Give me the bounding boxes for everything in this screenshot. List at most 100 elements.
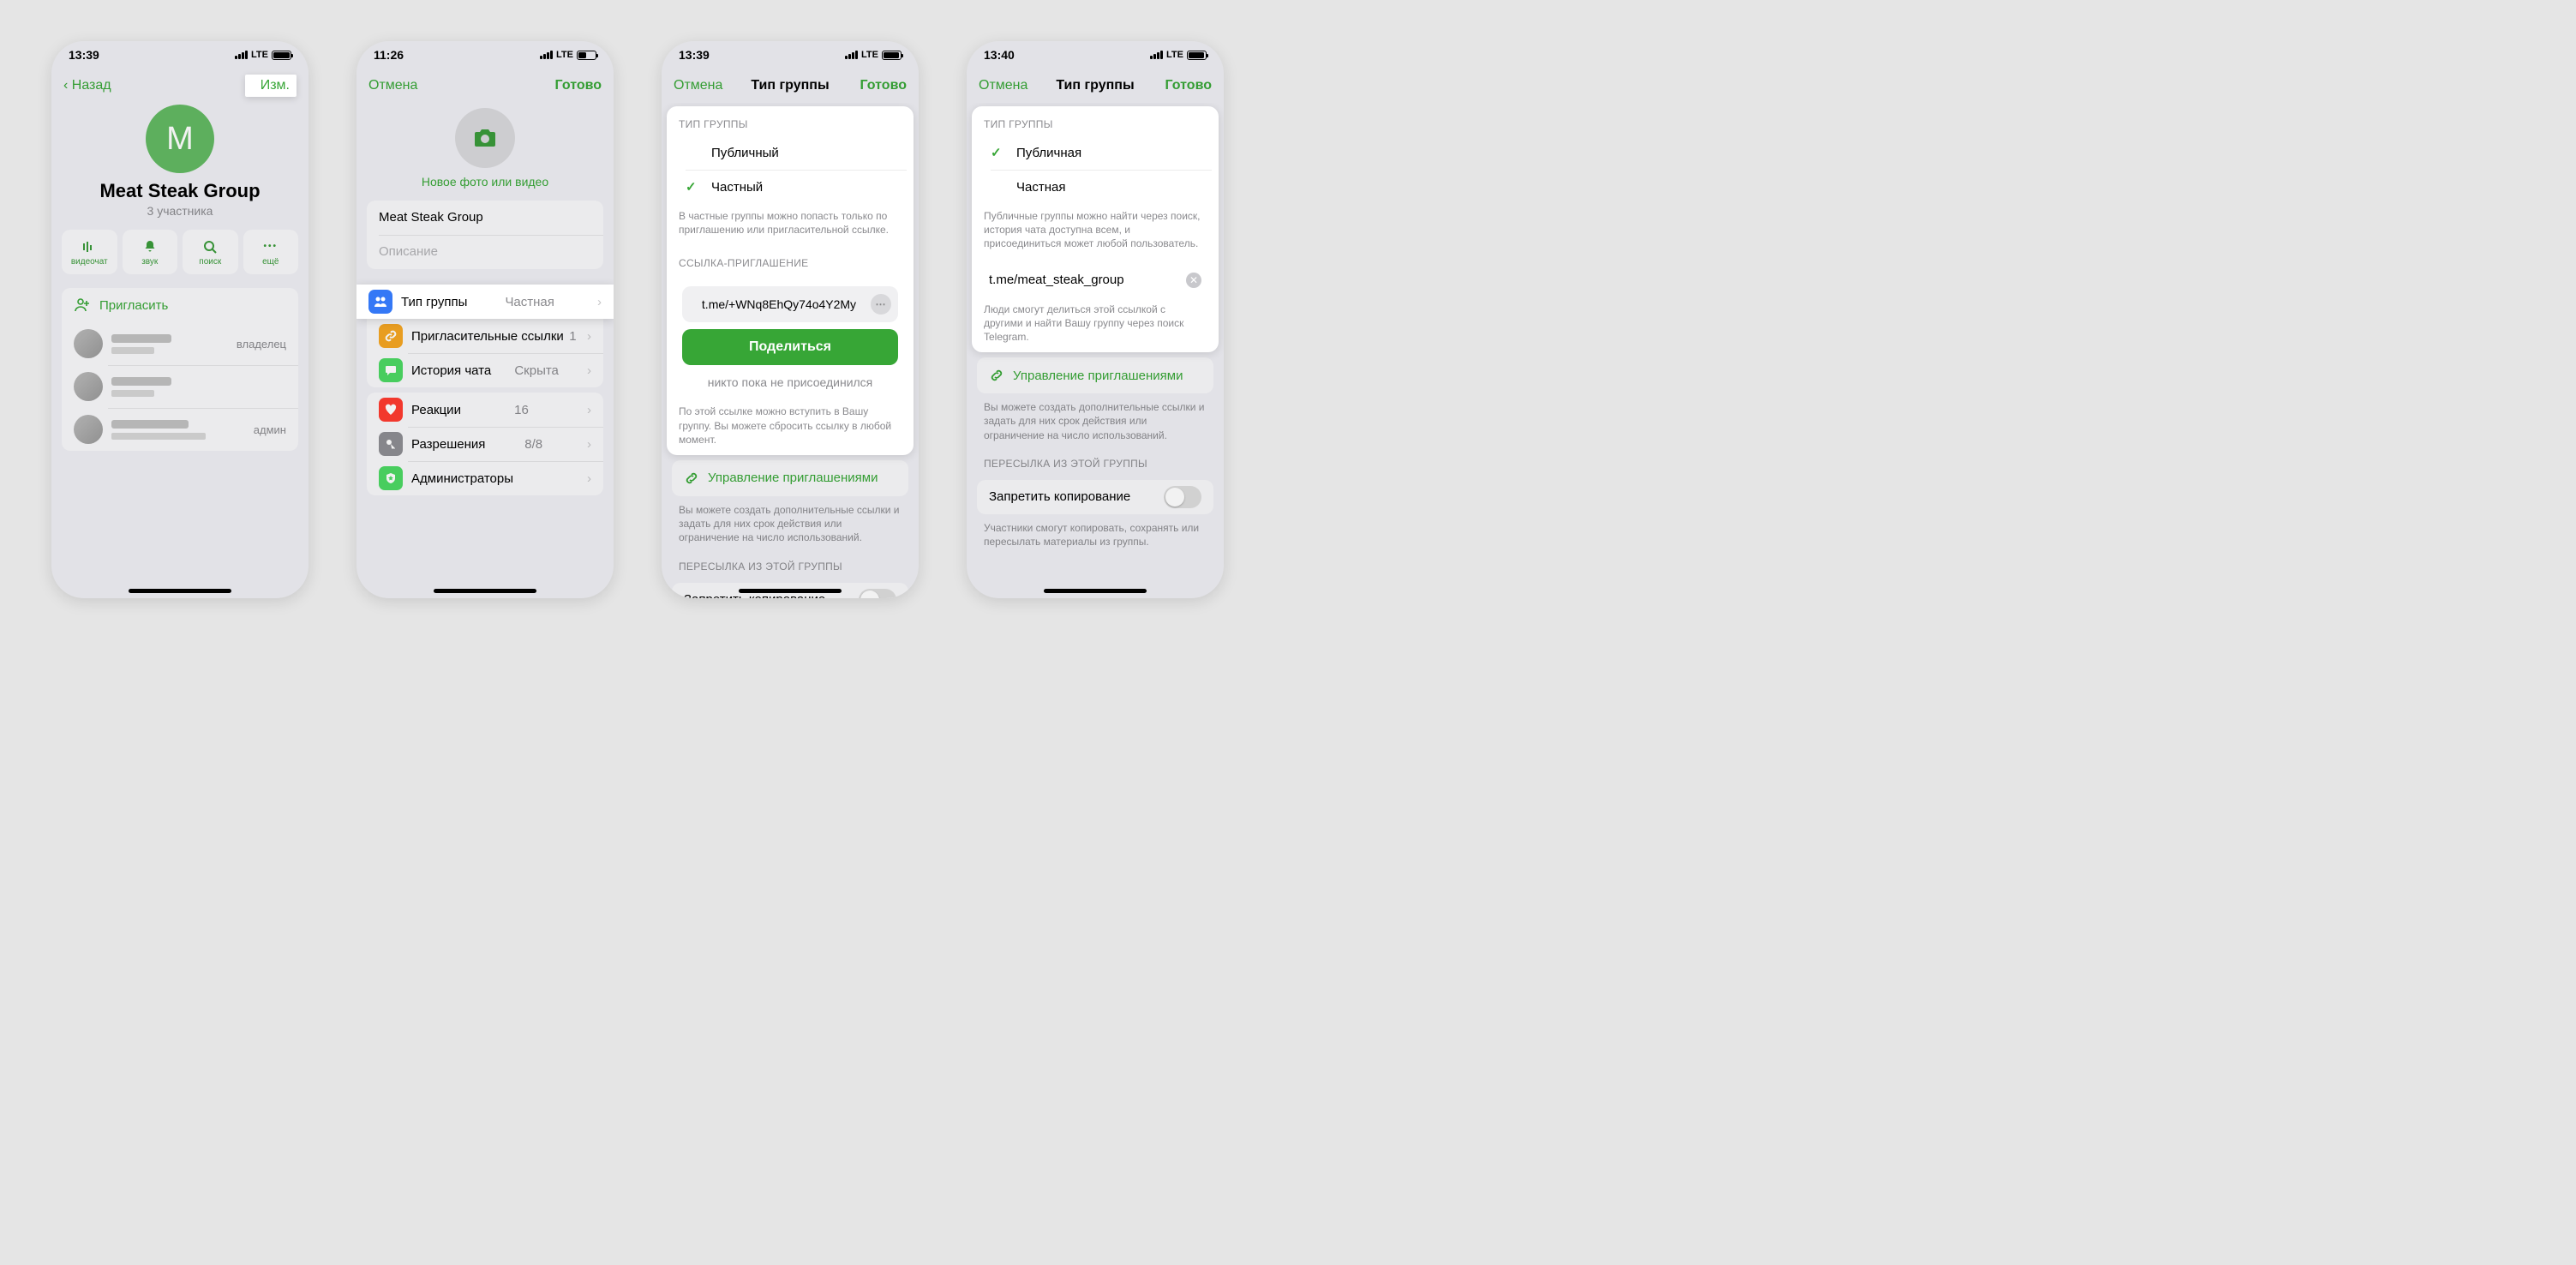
check-icon: ✓ [686, 179, 706, 195]
manage-invites-button[interactable]: Управление приглашениями [672, 460, 908, 496]
done-button[interactable]: Готово [855, 78, 907, 93]
home-indicator [434, 589, 536, 593]
chevron-right-icon: › [587, 471, 591, 486]
quick-more[interactable]: ••• ещё [243, 230, 299, 274]
admins-row[interactable]: Администраторы › [367, 461, 603, 495]
group-name: Meat Steak Group [51, 180, 309, 202]
chevron-right-icon: › [587, 363, 591, 378]
section-header-type: ТИП ГРУППЫ [667, 106, 914, 135]
status-bar: 13:39 LTE [51, 41, 309, 69]
nav-bar: Отмена Готово [356, 69, 614, 103]
member-row[interactable]: владелец [62, 322, 298, 365]
link-icon [989, 368, 1004, 383]
page-title: Тип группы [751, 78, 829, 93]
option-private[interactable]: Частная [979, 170, 1212, 204]
network-label: LTE [556, 50, 573, 60]
done-button[interactable]: Готово [1160, 78, 1212, 93]
signal-icon [235, 51, 248, 59]
status-bar: 13:39 LTE [662, 41, 919, 69]
heart-icon [379, 398, 403, 422]
public-link-input[interactable]: t.me/meat_steak_group ✕ [979, 263, 1212, 297]
section-footer-manage: Вы можете создать дополнительные ссылки … [662, 501, 919, 554]
chevron-right-icon: › [587, 403, 591, 417]
group-avatar[interactable]: M [146, 105, 214, 173]
avatar [74, 372, 103, 401]
description-input[interactable]: Описание [367, 235, 603, 269]
screen-group-type-public: 13:40 LTE Отмена Тип группы Готово ТИП Г… [967, 41, 1224, 598]
manage-invites-button[interactable]: Управление приглашениями [977, 357, 1213, 393]
shield-icon [379, 466, 403, 490]
network-label: LTE [1166, 50, 1183, 60]
status-time: 13:39 [69, 48, 99, 62]
nav-bar: Отмена Тип группы Готово [662, 69, 919, 103]
new-photo-button[interactable]: Новое фото или видео [356, 175, 614, 189]
screen-edit-group: 11:26 LTE Отмена Готово Новое фото или в… [356, 41, 614, 598]
nav-bar: Отмена Тип группы Готово [967, 69, 1224, 103]
invite-links-row[interactable]: Пригласительные ссылки 1 › [367, 319, 603, 353]
permissions-row[interactable]: Разрешения 8/8 › [367, 427, 603, 461]
quick-videochat[interactable]: видеочат [62, 230, 117, 274]
members-count: 3 участника [51, 204, 309, 218]
section-footer-link: По этой ссылке можно вступить в Вашу гру… [667, 399, 914, 455]
status-bar: 13:40 LTE [967, 41, 1224, 69]
section-header-type: ТИП ГРУППЫ [972, 106, 1219, 135]
link-icon [379, 324, 403, 348]
battery-icon [882, 51, 902, 60]
link-more-button[interactable]: ⋯ [871, 294, 891, 315]
chat-history-row[interactable]: История чата Скрыта › [367, 353, 603, 387]
section-footer-forward: Участники смогут копировать, сохранять и… [967, 519, 1224, 550]
cancel-button[interactable]: Отмена [979, 78, 1030, 93]
cancel-button[interactable]: Отмена [674, 78, 725, 93]
toggle-off[interactable] [1164, 486, 1201, 508]
member-role: админ [254, 423, 286, 436]
bell-icon [141, 238, 159, 255]
member-row[interactable] [62, 365, 298, 408]
section-header-forward: ПЕРЕСЫЛКА ИЗ ЭТОЙ ГРУППЫ [662, 554, 919, 578]
photo-picker[interactable] [455, 108, 515, 168]
done-button[interactable]: Готово [550, 78, 602, 93]
status-time: 11:26 [374, 48, 404, 62]
option-private[interactable]: ✓Частный [674, 170, 907, 204]
battery-icon [272, 51, 291, 60]
link-icon [684, 471, 699, 486]
section-footer-type: В частные группы можно попасть только по… [667, 204, 914, 245]
share-button[interactable]: Поделиться [682, 329, 898, 365]
chevron-right-icon: › [597, 295, 602, 309]
network-label: LTE [251, 50, 268, 60]
screen-group-info: 13:39 LTE ‹ Назад Изм. M Meat Steak Grou… [51, 41, 309, 598]
back-button[interactable]: ‹ Назад [63, 78, 115, 93]
signal-icon [540, 51, 553, 59]
option-public[interactable]: Публичный [674, 135, 907, 170]
quick-mute[interactable]: звук [123, 230, 178, 274]
battery-icon [1187, 51, 1207, 60]
group-type-row[interactable]: Тип группы Частная › [356, 285, 614, 319]
clear-icon[interactable]: ✕ [1186, 273, 1201, 288]
forbid-copy-toggle[interactable]: Запретить копирование [977, 480, 1213, 514]
signal-icon [1150, 51, 1163, 59]
battery-icon [577, 51, 596, 60]
add-user-icon [74, 297, 91, 314]
section-header-link: ССЫЛКА-ПРИГЛАШЕНИЕ [667, 245, 914, 274]
member-row[interactable]: админ [62, 408, 298, 451]
more-icon: ••• [262, 238, 279, 255]
reactions-row[interactable]: Реакции 16 › [367, 393, 603, 427]
nobody-joined-label: никто пока не присоединился [674, 372, 907, 399]
toggle-off[interactable] [859, 589, 896, 599]
invite-link-field[interactable]: t.me/+WNq8EhQy74o4Y2My ⋯ [682, 286, 898, 322]
group-name-input[interactable]: Meat Steak Group [367, 201, 603, 235]
home-indicator [739, 589, 842, 593]
home-indicator [129, 589, 231, 593]
edit-button[interactable]: Изм. [245, 75, 297, 97]
home-indicator [1044, 589, 1147, 593]
search-icon [201, 238, 219, 255]
avatar [74, 329, 103, 358]
member-role: владелец [237, 338, 286, 351]
chevron-right-icon: › [587, 437, 591, 452]
invite-button[interactable]: Пригласить [62, 288, 298, 322]
cancel-button[interactable]: Отмена [368, 78, 420, 93]
option-public[interactable]: ✓Публичная [979, 135, 1212, 170]
section-footer-manage: Вы можете создать дополнительные ссылки … [967, 399, 1224, 451]
quick-search[interactable]: поиск [183, 230, 238, 274]
chat-icon [379, 358, 403, 382]
check-icon: ✓ [991, 145, 1011, 160]
